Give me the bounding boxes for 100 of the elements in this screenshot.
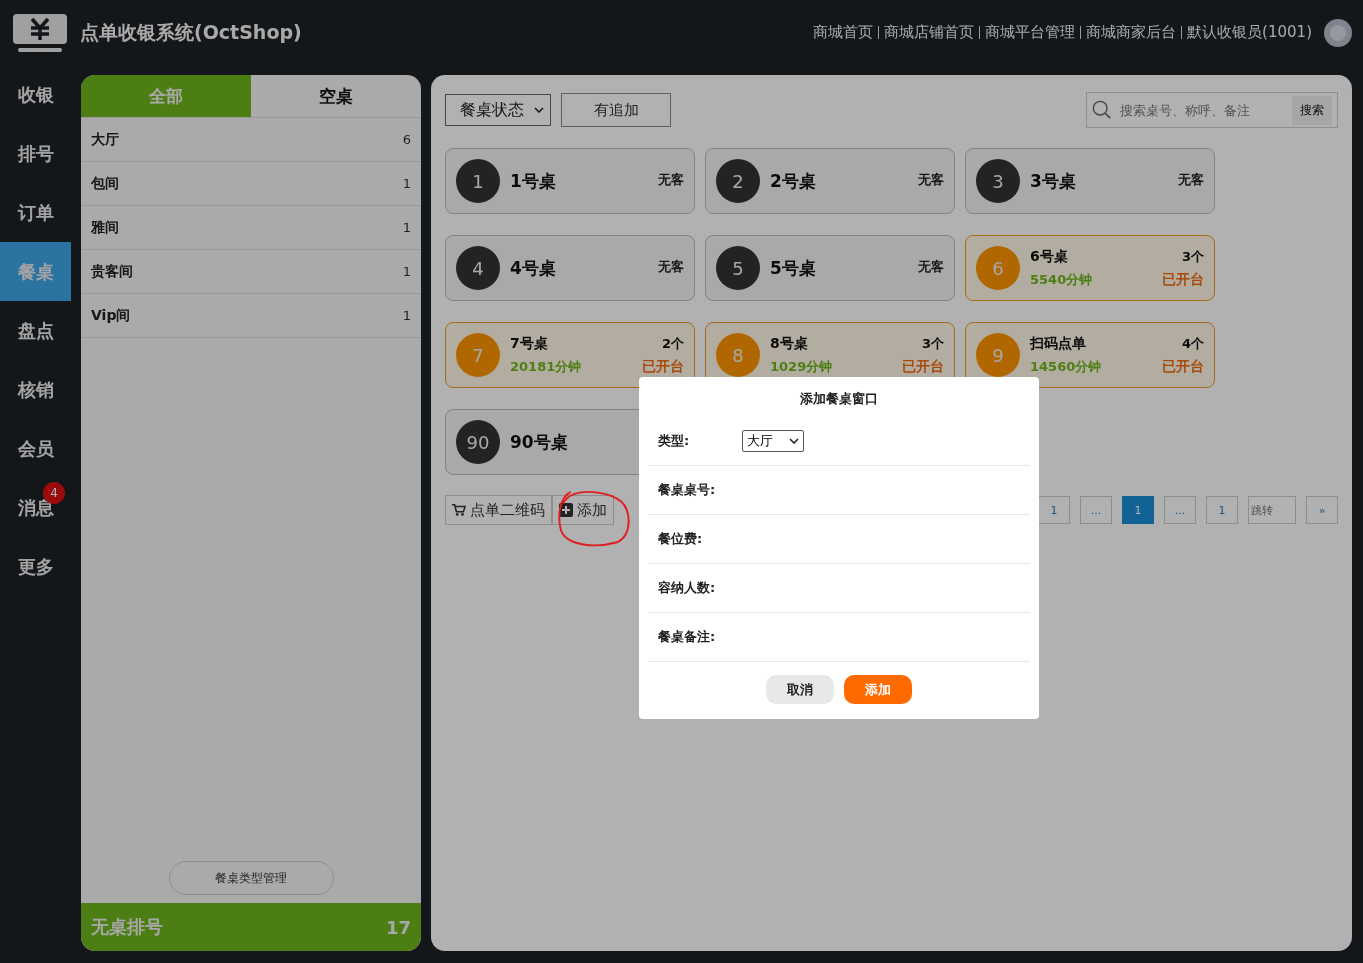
category-name: 雅间: [91, 218, 119, 237]
category-name: Vip间: [91, 306, 131, 325]
search-field[interactable]: 搜索桌号、称呼、备注 搜索: [1086, 92, 1338, 128]
table-card[interactable]: 7 7号桌 20181分钟 2个 已开台: [445, 322, 695, 388]
queue-count: 17: [385, 916, 411, 938]
category-name: 包间: [91, 174, 119, 193]
table-name: 6号桌: [1030, 247, 1069, 266]
cart-icon: [452, 503, 466, 517]
nav-item[interactable]: 会员: [0, 419, 71, 478]
table-number: 2: [716, 159, 760, 203]
table-status: 已开台: [1162, 357, 1204, 376]
table-card[interactable]: 9 扫码点单 14560分钟 4个 已开台: [965, 322, 1215, 388]
table-card[interactable]: 1 1号桌 无客: [445, 148, 695, 214]
field-label: 餐桌备注:: [658, 628, 717, 646]
elapsed-time: 1029分钟: [770, 357, 834, 376]
table-status: 已开台: [642, 357, 684, 376]
queue-label: 无桌排号: [91, 915, 163, 939]
filter-tab[interactable]: 空桌: [251, 75, 421, 117]
dialog-title: 添加餐桌窗口: [799, 390, 879, 408]
category-name: 贵客间: [91, 262, 133, 281]
guest-count: 4个: [1181, 334, 1204, 353]
table-number: 8: [716, 333, 760, 377]
nav-item[interactable]: 更多: [0, 537, 71, 596]
jump-page-field[interactable]: 跳转: [1248, 496, 1296, 524]
table-number: 9: [976, 333, 1020, 377]
category-item[interactable]: 雅间 1: [81, 206, 421, 250]
table-number: 6: [976, 246, 1020, 290]
table-number: 5: [716, 246, 760, 290]
table-name: 90号桌: [510, 430, 568, 454]
header-link[interactable]: 商城平台管理: [985, 23, 1076, 42]
header-link[interactable]: 商城店铺首页: [884, 23, 975, 42]
header-link[interactable]: 默认收银员(1001): [1187, 23, 1312, 42]
table-name: 扫码点单: [1030, 334, 1087, 353]
table-status: 无客: [918, 171, 944, 189]
category-name: 大厅: [91, 130, 119, 149]
type-select[interactable]: 大厅: [742, 430, 804, 452]
nav-item[interactable]: 盘点: [0, 301, 71, 360]
manage-types-button[interactable]: 餐桌类型管理: [168, 861, 334, 895]
append-filter-button[interactable]: 有追加: [561, 93, 671, 127]
status-select[interactable]: 餐桌状态: [445, 94, 551, 126]
table-status: 无客: [658, 258, 684, 276]
category-item[interactable]: 贵客间 1: [81, 250, 421, 294]
page-button[interactable]: 1: [1038, 496, 1070, 524]
table-card[interactable]: 4 4号桌 无客: [445, 235, 695, 301]
table-number: 1: [456, 159, 500, 203]
category-count: 1: [402, 264, 411, 279]
field-label: 类型:: [658, 432, 691, 450]
table-card[interactable]: 3 3号桌 无客: [965, 148, 1215, 214]
add-table-button[interactable]: 添加: [552, 495, 614, 525]
table-status: 无客: [658, 171, 684, 189]
next-page-button[interactable]: »: [1306, 496, 1338, 524]
table-status: 已开台: [1162, 270, 1204, 289]
field-label: 餐桌桌号:: [658, 481, 717, 499]
avatar-icon[interactable]: [1323, 17, 1353, 48]
category-count: 6: [402, 132, 411, 147]
category-item[interactable]: Vip间 1: [81, 294, 421, 338]
elapsed-time: 5540分钟: [1030, 270, 1094, 289]
page-button[interactable]: ...: [1080, 496, 1112, 524]
cancel-button[interactable]: 取消: [766, 675, 834, 704]
page-button[interactable]: 1: [1206, 496, 1238, 524]
app-title: 点单收银系统(OctShop): [80, 19, 302, 45]
table-name: 3号桌: [1030, 169, 1076, 193]
guest-count: 2个: [661, 334, 684, 353]
category-item[interactable]: 包间 1: [81, 162, 421, 206]
chevron-icon: [534, 107, 544, 113]
table-number: 3: [976, 159, 1020, 203]
table-number: 7: [456, 333, 500, 377]
category-count: 1: [402, 308, 411, 323]
table-name: 5号桌: [770, 256, 816, 280]
table-name: 8号桌: [770, 334, 809, 353]
field-label: 容纳人数:: [658, 579, 717, 597]
table-name: 1号桌: [510, 169, 556, 193]
category-count: 1: [402, 176, 411, 191]
nav-item[interactable]: 订单: [0, 183, 71, 242]
field-label: 餐位费:: [658, 530, 704, 548]
table-name: 7号桌: [510, 334, 549, 353]
chevron-icon: [789, 438, 799, 444]
nav-item[interactable]: 核销: [0, 360, 71, 419]
elapsed-time: 20181分钟: [510, 357, 583, 376]
guest-count: 3个: [921, 334, 944, 353]
table-card[interactable]: 5 5号桌 无客: [705, 235, 955, 301]
nav-item[interactable]: 收银: [0, 65, 71, 124]
qr-code-button[interactable]: 点单二维码: [445, 495, 552, 525]
search-icon: [1092, 100, 1112, 120]
nav-item[interactable]: 排号: [0, 124, 71, 183]
header-link[interactable]: 商城首页: [813, 23, 874, 42]
header-link[interactable]: 商城商家后台: [1086, 23, 1177, 42]
table-name: 4号桌: [510, 256, 556, 280]
elapsed-time: 14560分钟: [1030, 357, 1103, 376]
table-name: 2号桌: [770, 169, 816, 193]
table-status: 已开台: [902, 357, 944, 376]
table-number: 90: [456, 420, 500, 464]
page-button[interactable]: ...: [1164, 496, 1196, 524]
search-button[interactable]: 搜索: [1292, 95, 1332, 125]
category-count: 1: [402, 220, 411, 235]
table-card[interactable]: 6 6号桌 5540分钟 3个 已开台: [965, 235, 1215, 301]
table-status: 无客: [1178, 171, 1204, 189]
table-card[interactable]: 2 2号桌 无客: [705, 148, 955, 214]
table-number: 4: [456, 246, 500, 290]
category-item[interactable]: 大厅 6: [81, 118, 421, 162]
